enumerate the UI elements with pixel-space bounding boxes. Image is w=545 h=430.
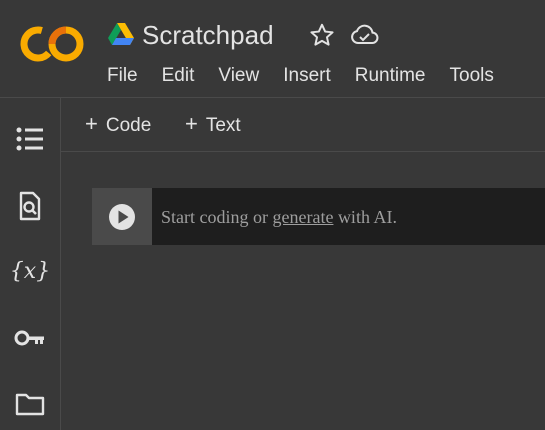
find-replace-button[interactable] xyxy=(10,186,50,226)
add-code-label: Code xyxy=(105,115,152,136)
colab-logo[interactable] xyxy=(20,22,84,66)
code-cell[interactable]: Start coding or generate with AI. xyxy=(92,188,545,245)
cell-placeholder[interactable]: Start coding or generate with AI. xyxy=(161,206,397,228)
cloud-saved-icon[interactable] xyxy=(350,22,380,48)
left-sidebar: {x} xyxy=(0,98,61,430)
menu-bar: File Edit View Insert Runtime Tools xyxy=(107,64,494,88)
notebook-title[interactable]: Scratchpad xyxy=(142,18,274,52)
notebook-toolbar: + Code + Text xyxy=(61,98,545,152)
menu-file[interactable]: File xyxy=(107,64,138,88)
star-icon[interactable] xyxy=(309,22,335,48)
table-of-contents-icon xyxy=(16,127,43,151)
secrets-key-icon xyxy=(14,330,44,346)
play-icon xyxy=(109,203,135,230)
menu-view[interactable]: View xyxy=(218,64,259,88)
menu-insert[interactable]: Insert xyxy=(283,64,331,88)
files-button[interactable] xyxy=(10,384,50,424)
run-cell-button[interactable] xyxy=(92,188,152,245)
variables-button[interactable]: {x} xyxy=(10,251,50,291)
add-code-button[interactable]: + Code xyxy=(85,112,151,138)
variables-icon: {x} xyxy=(9,258,51,284)
header: Scratchpad File Edit View Insert Runtime… xyxy=(0,0,545,98)
generate-link[interactable]: generate xyxy=(272,207,333,227)
add-text-button[interactable]: + Text xyxy=(185,112,241,138)
menu-edit[interactable]: Edit xyxy=(162,64,195,88)
plus-icon: + xyxy=(85,111,98,136)
cell-placeholder-suffix: with AI. xyxy=(333,207,397,227)
secrets-button[interactable] xyxy=(10,318,50,358)
files-folder-icon xyxy=(15,393,45,416)
menu-tools[interactable]: Tools xyxy=(450,64,494,88)
add-text-label: Text xyxy=(205,115,241,136)
find-replace-icon xyxy=(19,191,41,221)
cell-placeholder-prefix: Start coding or xyxy=(161,207,273,227)
google-drive-icon[interactable] xyxy=(108,23,134,46)
menu-runtime[interactable]: Runtime xyxy=(355,64,426,88)
plus-icon: + xyxy=(185,111,198,136)
table-of-contents-button[interactable] xyxy=(10,119,50,159)
